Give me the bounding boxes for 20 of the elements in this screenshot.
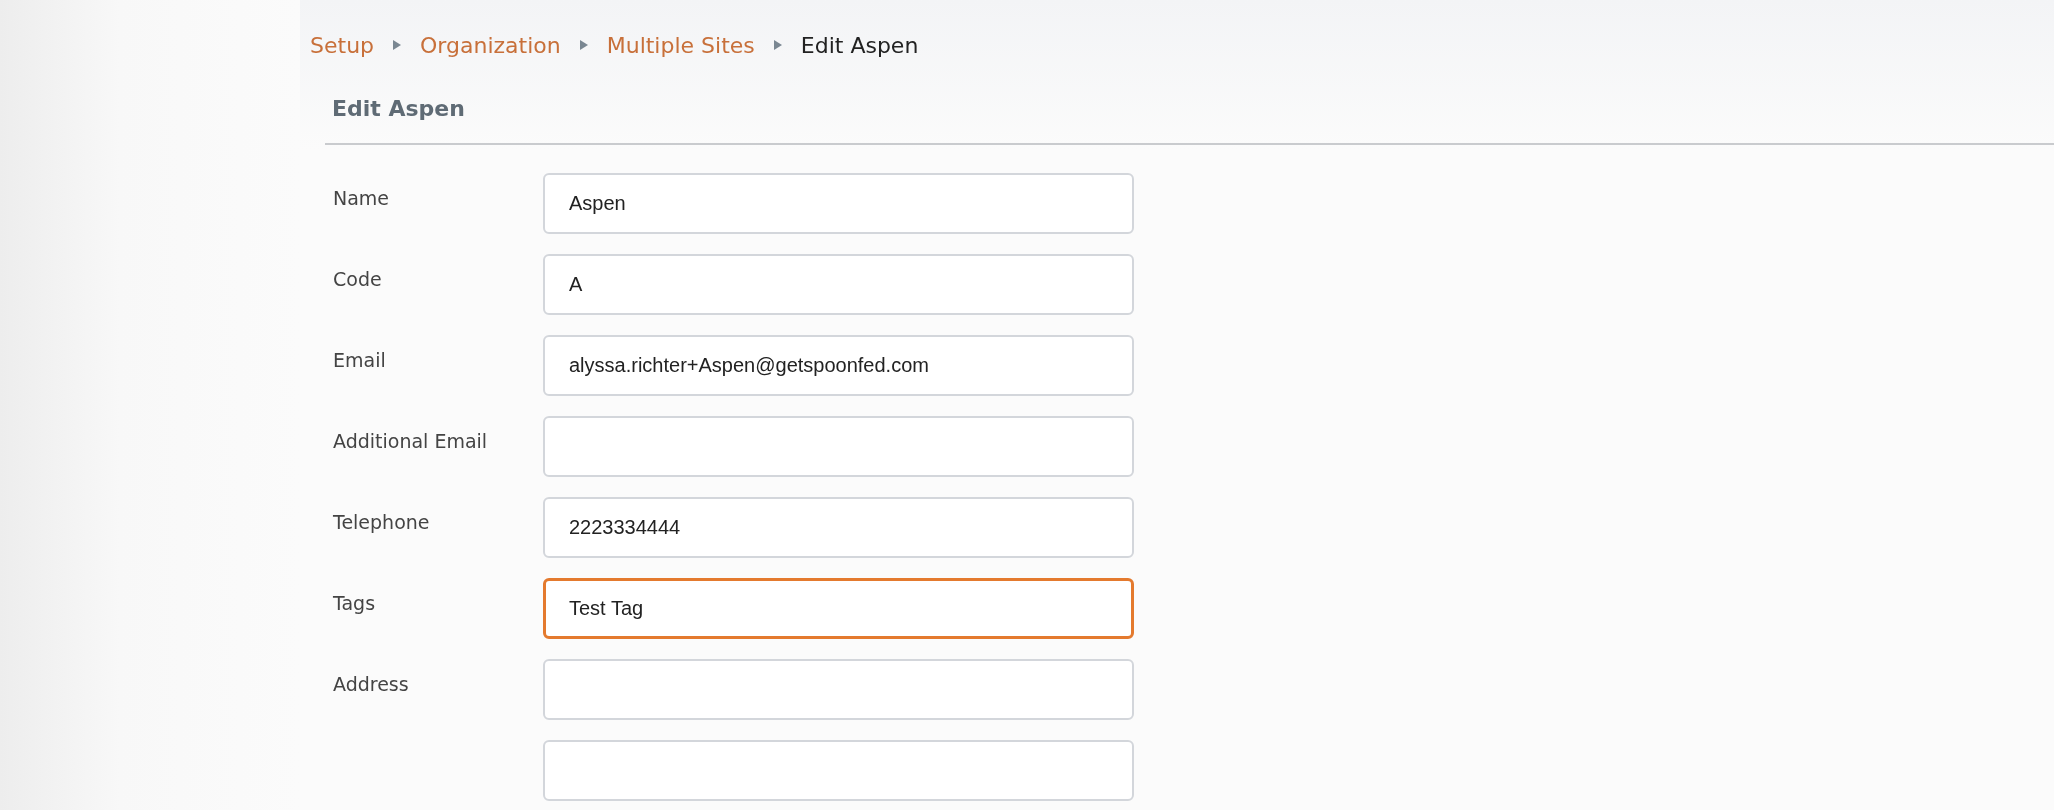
input-field[interactable] bbox=[543, 416, 1134, 477]
input-field[interactable]: 2223334444 bbox=[543, 497, 1134, 558]
input-field[interactable] bbox=[543, 740, 1134, 801]
field-label: Additional Email bbox=[333, 429, 489, 452]
page-heading: Edit Aspen bbox=[332, 95, 466, 123]
breadcrumb-current: Edit Aspen bbox=[800, 32, 919, 58]
triangle-separator-icon bbox=[392, 39, 403, 51]
field-label: Tags bbox=[333, 591, 377, 614]
field-label: Telephone bbox=[333, 510, 431, 533]
field-label: Name bbox=[333, 186, 391, 209]
input-field[interactable]: Test Tag bbox=[543, 578, 1134, 639]
field-label: Email bbox=[333, 348, 387, 371]
input-field[interactable]: A bbox=[543, 254, 1134, 315]
input-field[interactable] bbox=[543, 659, 1134, 720]
input-field[interactable]: alyssa.richter+Aspen@getspoonfed.com bbox=[543, 335, 1134, 396]
triangle-separator-icon bbox=[772, 39, 783, 51]
field-label: Address bbox=[333, 672, 410, 695]
triangle-separator-icon bbox=[578, 39, 589, 51]
field-label: Code bbox=[333, 267, 383, 290]
input-field[interactable]: Aspen bbox=[543, 173, 1134, 234]
